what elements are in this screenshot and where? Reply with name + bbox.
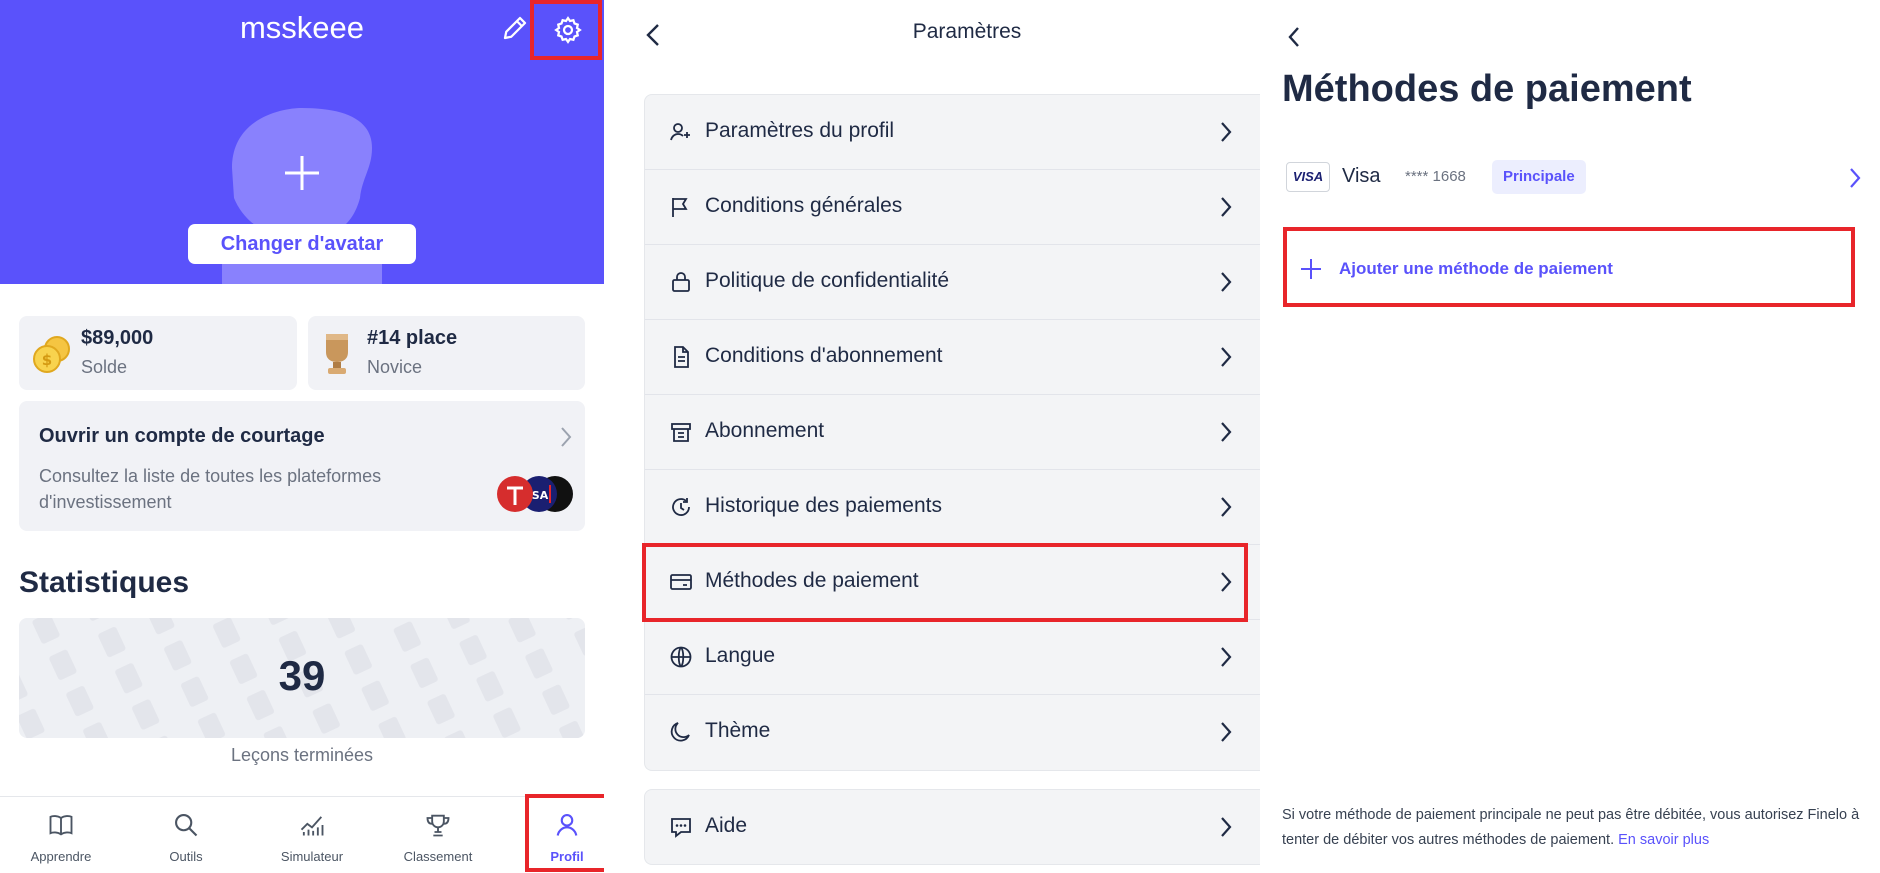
settings-item-label: Abonnement: [705, 419, 825, 442]
pencil-icon[interactable]: [500, 13, 530, 43]
rank-trophy-icon: [326, 334, 348, 374]
back-arrow-icon[interactable]: [1286, 24, 1302, 50]
tab-label: Outils: [169, 849, 203, 864]
profile-header: msskeee Changer d'avatar: [0, 0, 604, 284]
statistics-title: Statistiques: [19, 566, 190, 599]
chart-icon: [300, 816, 324, 836]
payment-panel: Méthodes de paiement VISA Visa **** 1668…: [1260, 0, 1880, 873]
change-avatar-button[interactable]: Changer d'avatar: [188, 224, 416, 264]
screen: msskeee Changer d'avatar $ $89,000 Solde…: [0, 0, 1880, 873]
tab-label: Classement: [403, 849, 473, 864]
settings-item-label: Aide: [705, 814, 748, 837]
chevron-right-icon: [1221, 122, 1232, 142]
flag-icon: [672, 198, 688, 217]
learn-more-link[interactable]: En savoir plus: [1618, 832, 1709, 848]
settings-item-subscription-terms[interactable]: Conditions d'abonnement: [645, 320, 1261, 395]
trophy-icon: [426, 814, 450, 837]
plus-icon: [1301, 259, 1321, 279]
settings-item-profil[interactable]: Paramètres du profil: [645, 95, 1261, 170]
rank-value: #14 place: [367, 327, 458, 349]
settings-item-label: Historique des paiements: [705, 494, 942, 517]
chevron-right-icon: [1221, 272, 1232, 292]
chevron-right-icon: [1221, 422, 1232, 442]
card-digits: **** 1668: [1405, 168, 1466, 185]
gear-icon: [554, 16, 582, 44]
settings-item-conditions[interactable]: Conditions générales: [645, 170, 1261, 245]
history-icon: [672, 498, 690, 516]
add-payment-method-button[interactable]: Ajouter une méthode de paiement: [1283, 227, 1855, 307]
broker-card[interactable]: Ouvrir un compte de courtage Consultez l…: [19, 401, 585, 531]
chevron-right-icon: [561, 427, 572, 447]
tab-label: Simulateur: [280, 849, 344, 864]
chevron-right-icon: [1221, 347, 1232, 367]
help-group: Aide: [644, 789, 1260, 865]
settings-item-label: Langue: [705, 644, 776, 667]
settings-item-label: Conditions générales: [705, 194, 903, 217]
tab-apprendre[interactable]: Apprendre: [1, 797, 121, 873]
settings-item-label: Politique de confidentialité: [705, 269, 950, 292]
lessons-count: 39: [278, 652, 326, 699]
globe-icon: [670, 646, 692, 668]
card-name: Visa: [1342, 165, 1381, 187]
broker-logos-icon: SA: [497, 476, 573, 512]
settings-item-label: Paramètres du profil: [705, 119, 895, 142]
settings-item-label: Thème: [705, 719, 771, 742]
primary-badge: Principale: [1492, 160, 1586, 194]
settings-button[interactable]: [530, 0, 602, 60]
user-settings-icon: [670, 123, 690, 141]
svg-text:$: $: [42, 351, 52, 369]
svg-text:SA: SA: [532, 489, 549, 502]
rank-label: Novice: [367, 357, 423, 377]
payment-title: Méthodes de paiement: [1282, 68, 1692, 110]
settings-item-payment-history[interactable]: Historique des paiements: [645, 470, 1261, 545]
settings-panel: Paramètres Paramètres du profil Conditio…: [604, 0, 1261, 873]
settings-item-label: Conditions d'abonnement: [705, 344, 943, 367]
tab-label: Apprendre: [30, 849, 92, 864]
moon-icon: [670, 722, 690, 742]
balance-card: $ $89,000 Solde: [19, 316, 297, 390]
footer-text: Si votre méthode de paiement principale …: [1282, 807, 1860, 848]
broker-title: Ouvrir un compte de courtage: [39, 425, 325, 447]
add-payment-label: Ajouter une méthode de paiement: [1339, 259, 1613, 278]
profile-panel: msskeee Changer d'avatar $ $89,000 Solde…: [0, 0, 609, 873]
chevron-right-icon: [1221, 497, 1232, 517]
chevron-right-icon: [1221, 647, 1232, 667]
balance-value: $89,000: [81, 327, 154, 349]
balance-label: Solde: [81, 357, 128, 377]
settings-item-subscription[interactable]: Abonnement: [645, 395, 1261, 470]
payment-footer: Si votre méthode de paiement principale …: [1282, 803, 1872, 853]
profile-tab-highlight: [525, 794, 609, 872]
settings-title: Paramètres: [912, 20, 1022, 43]
document-icon: [674, 346, 689, 368]
settings-list: Paramètres du profil Conditions générale…: [644, 94, 1261, 771]
settings-item-help[interactable]: Aide: [645, 790, 1261, 865]
book-icon: [49, 815, 73, 836]
lessons-label: Leçons terminées: [230, 745, 374, 765]
visa-logo: VISA: [1286, 162, 1330, 192]
settings-item-theme[interactable]: Thème: [645, 695, 1261, 770]
rank-card: #14 place Novice: [308, 316, 585, 390]
search-icon: [175, 814, 198, 837]
tab-classement[interactable]: Classement: [378, 797, 498, 873]
settings-item-language[interactable]: Langue: [645, 620, 1261, 695]
tab-outils[interactable]: Outils: [126, 797, 246, 873]
tab-simulateur[interactable]: Simulateur: [252, 797, 372, 873]
chat-icon: [671, 818, 691, 838]
chevron-right-icon[interactable]: [1848, 166, 1862, 190]
subscription-icon: [671, 423, 691, 442]
broker-description: Consultez la liste de toutes les platefo…: [39, 466, 382, 512]
settings-item-privacy[interactable]: Politique de confidentialité: [645, 245, 1261, 320]
lessons-card: 39: [19, 618, 585, 738]
lock-icon: [672, 272, 690, 292]
coins-icon: $: [33, 336, 70, 373]
bottom-tab-bar: Apprendre Outils Simulateur Classement P…: [0, 796, 604, 873]
chevron-right-icon: [1221, 722, 1232, 742]
chevron-right-icon: [1221, 817, 1232, 837]
chevron-right-icon: [1221, 197, 1232, 217]
payment-methods-highlight: [642, 543, 1248, 622]
